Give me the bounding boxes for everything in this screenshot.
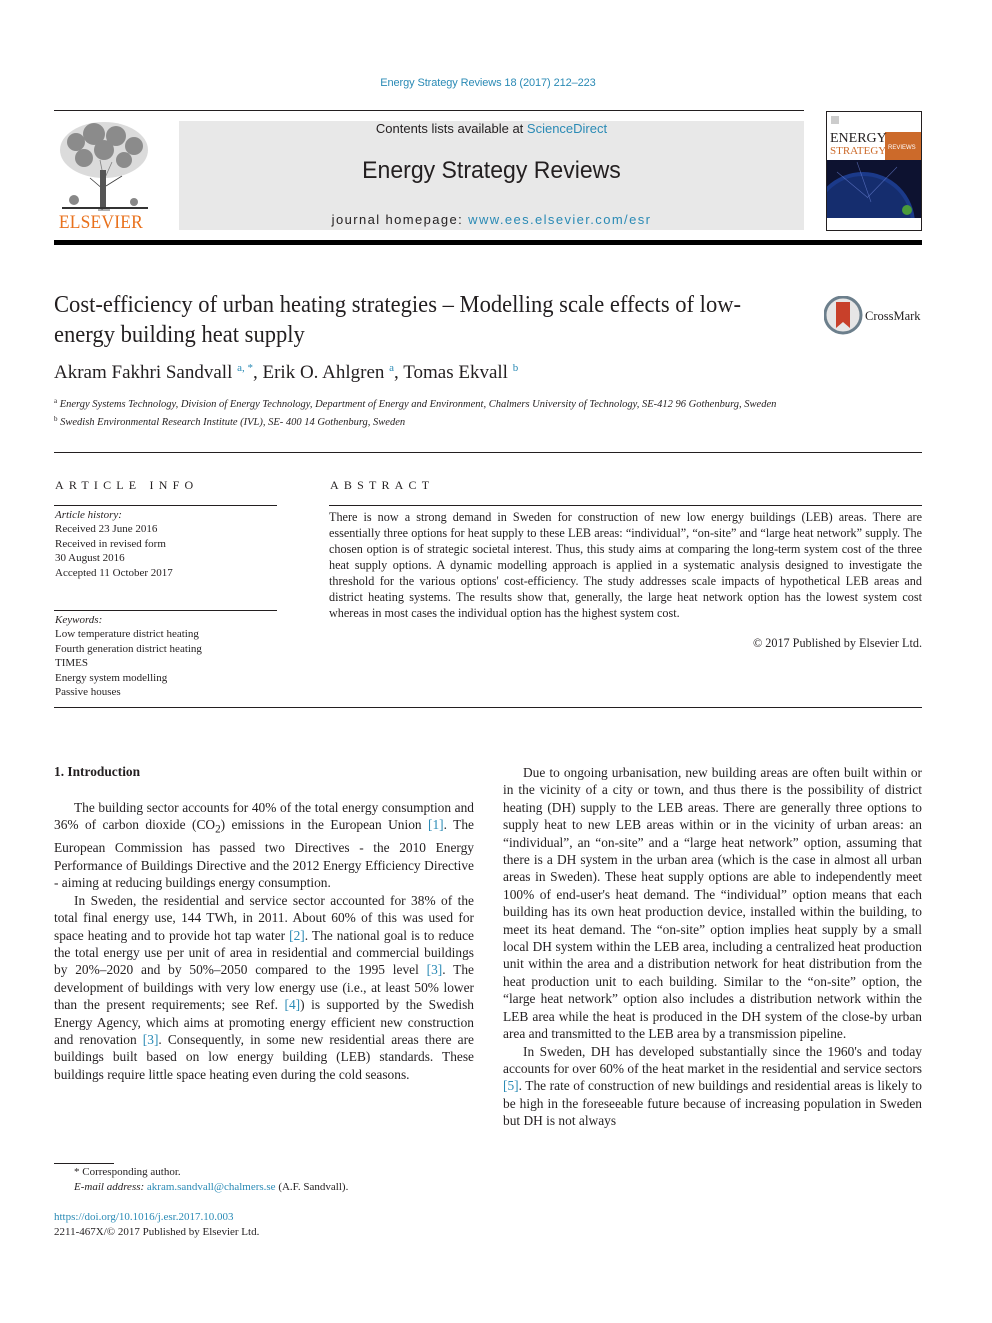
article-history: Article history: Received 23 June 2016 R… (55, 508, 280, 580)
abstract-heading: ABSTRACT (330, 478, 435, 492)
affiliation-mark: a (54, 397, 58, 405)
keywords: Keywords: Low temperature district heati… (55, 613, 280, 699)
affiliation-text: Energy Systems Technology, Division of E… (59, 399, 777, 410)
affiliation-item: a Energy Systems Technology, Division of… (54, 394, 814, 412)
crossmark-button[interactable]: CrossMark (823, 295, 924, 336)
section-heading-introduction: 1. Introduction (54, 764, 141, 779)
journal-cover-thumbnail[interactable]: ENERGY STRATEGY REVIEWS (826, 111, 922, 231)
abstract-copyright: © 2017 Published by Elsevier Ltd. (752, 636, 922, 650)
paragraph: In Sweden, DH has developed substantiall… (503, 1043, 922, 1130)
doi-link[interactable]: https://doi.org/10.1016/j.esr.2017.10.00… (54, 1210, 259, 1225)
journal-homepage: journal homepage: www.ees.elsevier.com/e… (179, 212, 804, 227)
cover-title-tag: REVIEWS (888, 145, 916, 151)
keyword-item: Energy system modelling (55, 671, 168, 684)
history-item: 30 August 2016 (55, 552, 125, 565)
elsevier-wordmark: ELSEVIER (58, 212, 143, 233)
affiliation-text: Swedish Environmental Research Institute… (60, 417, 406, 428)
affiliation-rule (54, 452, 922, 453)
body-column-right: Due to ongoing urbanisation, new buildin… (503, 764, 922, 1130)
email-label: E-mail address: (74, 1181, 147, 1193)
footnote-rule (54, 1163, 114, 1164)
issn-copyright: 2211-467X/© 2017 Published by Elsevier L… (54, 1226, 260, 1238)
front-matter-rule (54, 707, 922, 708)
paragraph: The building sector accounts for 40% of … (54, 799, 474, 892)
author-name[interactable]: Tomas Ekvall (403, 362, 508, 383)
author-separator: , (253, 362, 263, 383)
author-affil-mark[interactable]: b (513, 362, 519, 374)
abstract-rule (329, 505, 922, 506)
reference-link[interactable]: [1] (428, 817, 444, 832)
crossmark-label: CrossMark (865, 309, 921, 323)
header-rule (54, 110, 804, 111)
contents-line: Contents lists available at ScienceDirec… (179, 121, 804, 136)
sciencedirect-link[interactable]: ScienceDirect (527, 121, 607, 136)
footnotes: * Corresponding author. E-mail address: … (54, 1165, 484, 1195)
reference-link[interactable]: [4] (285, 997, 301, 1012)
keywords-label: Keywords: (55, 614, 103, 626)
history-item: Received in revised form (55, 537, 166, 550)
text-run: . The rate of construction of new buildi… (503, 1078, 922, 1129)
affiliation-mark: b (54, 415, 58, 423)
paragraph: In Sweden, the residential and service s… (54, 892, 474, 1083)
keyword-item: Fourth generation district heating (55, 642, 202, 655)
corresponding-author-note: * Corresponding author. (74, 1166, 181, 1178)
reference-link[interactable]: [5] (503, 1078, 519, 1093)
keyword-item: TIMES (55, 657, 88, 670)
history-item: Accepted 11 October 2017 (55, 566, 173, 579)
affiliation-item: b Swedish Environmental Research Institu… (54, 412, 814, 430)
paragraph: Due to ongoing urbanisation, new buildin… (503, 765, 922, 1042)
email-link[interactable]: akram.sandvall@chalmers.se (147, 1181, 276, 1193)
cover-title-line2: STRATEGY (830, 145, 886, 157)
text-run: In Sweden, DH has developed substantiall… (503, 1043, 922, 1076)
article-info-rule (54, 505, 277, 506)
header-thick-rule (54, 240, 922, 245)
contents-prefix: Contents lists available at (375, 121, 527, 136)
homepage-link[interactable]: www.ees.elsevier.com/esr (468, 212, 651, 227)
abstract-text: There is now a strong demand in Sweden f… (329, 510, 922, 620)
text-run: ) emissions in the European Union (220, 817, 429, 833)
journal-citation-link[interactable]: Energy Strategy Reviews 18 (2017) 212–22… (0, 77, 976, 89)
author-affil-mark[interactable]: a, * (237, 362, 253, 374)
article-history-label: Article history: (55, 509, 122, 521)
article-title: Cost-efficiency of urban heating strateg… (54, 292, 742, 348)
article-info-heading: ARTICLE INFO (55, 478, 199, 492)
author-name[interactable]: Erik O. Ahlgren (263, 362, 385, 383)
email-suffix: (A.F. Sandvall). (275, 1181, 349, 1193)
author-list: Akram Fakhri Sandvall a, *, Erik O. Ahlg… (54, 362, 518, 384)
reference-link[interactable]: [3] (427, 962, 443, 977)
body-column-left: The building sector accounts for 40% of … (54, 799, 474, 1083)
doi-block: https://doi.org/10.1016/j.esr.2017.10.00… (54, 1210, 259, 1240)
keyword-item: Low temperature district heating (55, 628, 199, 641)
history-item: Received 23 June 2016 (55, 523, 158, 536)
keyword-item: Passive houses (55, 686, 121, 699)
cover-title-line1: ENERGY (830, 131, 887, 146)
email-note: E-mail address: akram.sandvall@chalmers.… (54, 1180, 484, 1195)
keywords-rule (54, 610, 277, 611)
affiliations: a Energy Systems Technology, Division of… (54, 394, 814, 430)
author-name[interactable]: Akram Fakhri Sandvall (54, 362, 232, 383)
author-separator: , (394, 362, 404, 383)
reference-link[interactable]: [2] (289, 928, 305, 943)
journal-name: Energy Strategy Reviews (362, 157, 621, 184)
reference-link[interactable]: [3] (143, 1032, 159, 1047)
homepage-prefix: journal homepage: (331, 212, 469, 227)
